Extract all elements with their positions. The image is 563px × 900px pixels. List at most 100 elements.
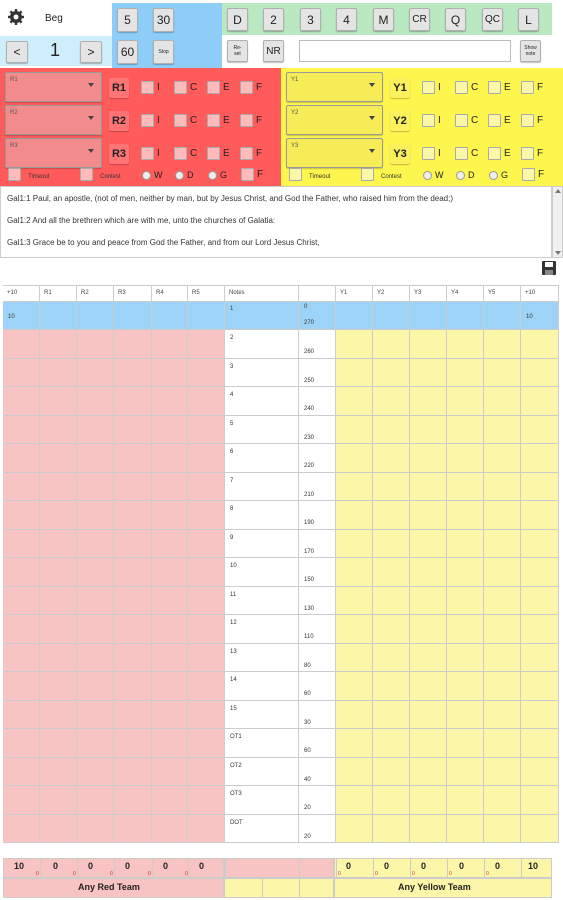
red-result-radio[interactable]	[175, 171, 184, 180]
yellow-quizzer-button-3[interactable]: Y3	[390, 144, 410, 164]
type-2-button[interactable]: 2	[263, 8, 284, 31]
table-cell[interactable]	[77, 615, 114, 644]
table-cell[interactable]	[521, 558, 559, 587]
table-cell[interactable]	[114, 501, 152, 530]
table-cell[interactable]	[484, 700, 521, 729]
red-foul-checkbox[interactable]	[174, 147, 187, 160]
table-cell[interactable]	[447, 814, 484, 843]
table-cell[interactable]	[521, 472, 559, 501]
table-cell[interactable]	[114, 558, 152, 587]
red-quizzer-button-2[interactable]: R2	[109, 111, 129, 131]
table-cell[interactable]	[373, 586, 410, 615]
table-cell[interactable]	[114, 302, 152, 330]
table-cell[interactable]	[373, 415, 410, 444]
table-cell[interactable]	[373, 387, 410, 416]
table-cell[interactable]	[336, 643, 373, 672]
table-cell[interactable]	[114, 615, 152, 644]
table-cell[interactable]	[373, 729, 410, 758]
table-cell[interactable]	[188, 558, 225, 587]
table-cell[interactable]	[447, 415, 484, 444]
table-cell[interactable]	[521, 672, 559, 701]
table-cell[interactable]	[447, 558, 484, 587]
red-contest-checkbox[interactable]	[80, 168, 93, 181]
table-cell[interactable]	[152, 415, 188, 444]
table-cell[interactable]	[373, 501, 410, 530]
table-cell[interactable]	[410, 501, 447, 530]
table-cell[interactable]	[336, 757, 373, 786]
table-cell[interactable]	[3, 501, 40, 530]
table-cell[interactable]	[77, 558, 114, 587]
table-cell[interactable]	[3, 757, 40, 786]
table-cell[interactable]	[521, 330, 559, 359]
yellow-foul-checkbox[interactable]	[488, 81, 501, 94]
table-cell[interactable]	[484, 729, 521, 758]
type-cr-button[interactable]: CR	[409, 8, 430, 31]
red-foul-checkbox[interactable]	[141, 114, 154, 127]
table-cell[interactable]	[484, 444, 521, 473]
table-cell[interactable]	[410, 586, 447, 615]
table-cell[interactable]	[373, 700, 410, 729]
table-cell[interactable]	[77, 529, 114, 558]
table-cell[interactable]	[410, 615, 447, 644]
type-l-button[interactable]: L	[518, 8, 539, 31]
table-cell[interactable]	[410, 729, 447, 758]
table-cell[interactable]	[40, 700, 77, 729]
table-cell[interactable]	[40, 558, 77, 587]
table-cell[interactable]	[3, 529, 40, 558]
table-cell[interactable]	[40, 501, 77, 530]
table-cell[interactable]	[447, 700, 484, 729]
table-cell[interactable]	[521, 729, 559, 758]
table-cell[interactable]	[77, 330, 114, 359]
table-cell[interactable]	[114, 757, 152, 786]
table-cell[interactable]	[188, 643, 225, 672]
prev-button[interactable]: <	[6, 41, 28, 63]
table-cell[interactable]	[40, 387, 77, 416]
table-cell[interactable]	[521, 529, 559, 558]
type-4-button[interactable]: 4	[336, 8, 357, 31]
table-cell[interactable]	[188, 672, 225, 701]
table-cell[interactable]	[410, 672, 447, 701]
table-cell[interactable]	[410, 415, 447, 444]
table-cell[interactable]	[484, 358, 521, 387]
table-cell[interactable]	[336, 700, 373, 729]
table-cell[interactable]	[77, 586, 114, 615]
table-cell[interactable]	[373, 472, 410, 501]
table-cell[interactable]	[3, 729, 40, 758]
note-input[interactable]	[299, 40, 511, 62]
table-cell[interactable]	[373, 786, 410, 815]
yellow-foul-checkbox[interactable]	[455, 81, 468, 94]
table-cell[interactable]	[484, 643, 521, 672]
red-foul-checkbox[interactable]	[174, 114, 187, 127]
table-cell[interactable]	[373, 444, 410, 473]
table-cell[interactable]	[336, 729, 373, 758]
table-cell[interactable]	[410, 786, 447, 815]
yellow-team-select-1[interactable]: Y1	[286, 72, 383, 102]
table-cell[interactable]	[77, 444, 114, 473]
table-cell[interactable]	[447, 444, 484, 473]
yellow-foul-checkbox[interactable]	[521, 114, 534, 127]
table-cell[interactable]	[521, 387, 559, 416]
table-cell[interactable]	[114, 672, 152, 701]
table-cell[interactable]	[77, 302, 114, 330]
table-cell[interactable]	[3, 387, 40, 416]
table-cell[interactable]	[188, 729, 225, 758]
table-cell[interactable]	[373, 302, 410, 330]
table-cell[interactable]	[484, 330, 521, 359]
table-cell[interactable]	[40, 757, 77, 786]
table-cell[interactable]	[336, 501, 373, 530]
timer-5-button[interactable]: 5	[117, 8, 138, 32]
timer-60-button[interactable]: 60	[117, 40, 138, 64]
table-cell[interactable]	[484, 472, 521, 501]
table-cell[interactable]	[188, 302, 225, 330]
yellow-foul-checkbox[interactable]	[422, 114, 435, 127]
table-cell[interactable]	[336, 472, 373, 501]
yellow-foul-checkbox[interactable]	[521, 147, 534, 160]
table-cell[interactable]	[410, 643, 447, 672]
table-cell[interactable]	[152, 330, 188, 359]
table-cell[interactable]	[188, 472, 225, 501]
table-cell[interactable]	[484, 302, 521, 330]
red-result-radio[interactable]	[142, 171, 151, 180]
table-cell[interactable]	[521, 444, 559, 473]
table-cell[interactable]	[40, 358, 77, 387]
table-cell[interactable]	[152, 472, 188, 501]
